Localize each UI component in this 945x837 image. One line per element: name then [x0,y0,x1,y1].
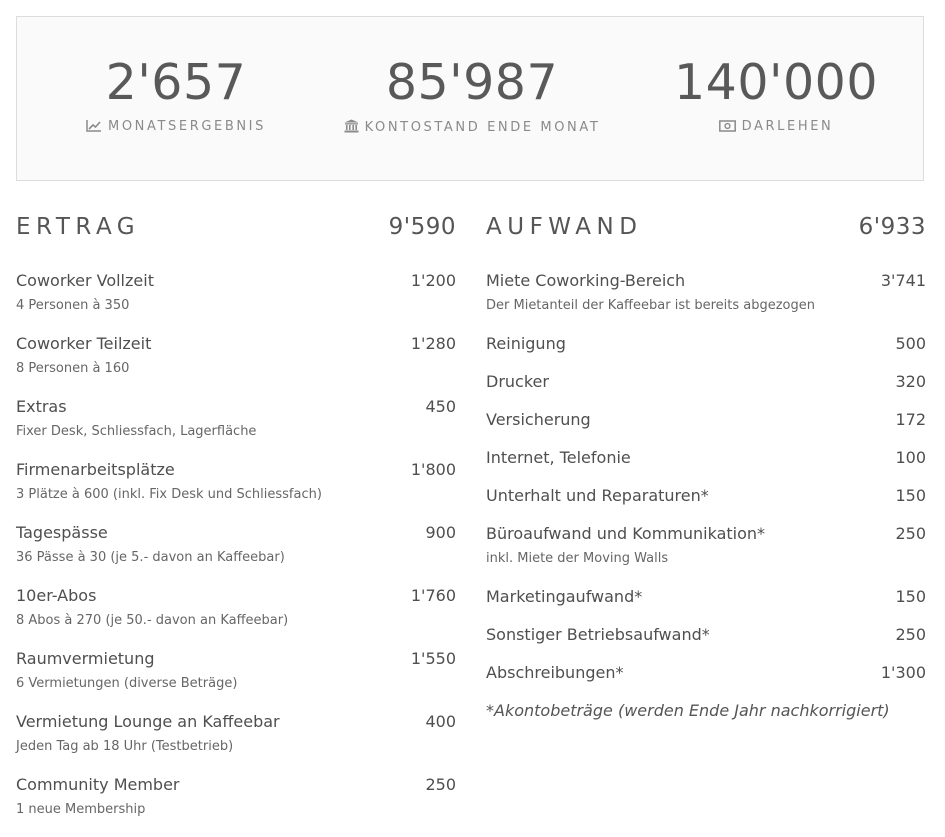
item-label: Unterhalt und Reparaturen* [486,486,709,505]
item-amount: 250 [895,625,926,644]
item-amount: 100 [895,448,926,467]
item-label: Vermietung Lounge an Kaffeebar [16,712,280,731]
item-label: Coworker Teilzeit [16,334,152,353]
item-label: Sonstiger Betriebsaufwand* [486,625,710,644]
item-label: 10er-Abos [16,586,97,605]
item-label: Tagespässe [16,523,108,542]
item-amount: 1'280 [410,334,456,353]
item-description: 8 Abos à 270 (je 50.- davon an Kaffeebar… [16,613,289,628]
stat-value: 2'657 [105,54,247,111]
stat-label: KONTOSTAND ENDE MONAT [364,120,601,135]
ertrag-header: ERTRAG 9'590 [16,214,456,244]
footnote: *Akontobeträge (werden Ende Jahr nachkor… [486,701,890,720]
stat-label: MONATSERGEBNIS [108,119,266,134]
item-label: Reinigung [486,334,566,353]
stat-label: DARLEHEN [741,119,834,134]
aufwand-title: AUFWAND [486,214,643,240]
summary-panel: 2'657 MONATSERGEBNIS 85'987 KONTOSTAND E… [16,16,924,181]
item-label: Miete Coworking-Bereich [486,271,686,290]
item-description: Fixer Desk, Schliessfach, Lagerfläche [16,424,257,439]
stat-value: 85'987 [385,54,559,111]
item-amount: 1'760 [410,586,456,605]
list-item: Marketingaufwand* 150 [486,586,926,624]
stat-label-row: MONATSERGEBNIS [61,119,291,137]
line-chart-icon [86,119,102,137]
item-label: Versicherung [486,410,591,429]
item-amount: 400 [425,712,456,731]
item-description: Jeden Tag ab 18 Uhr (Testbetrieb) [16,739,234,754]
ertrag-total: 9'590 [388,214,456,240]
item-amount: 150 [895,587,926,606]
list-item: Sonstiger Betriebsaufwand* 250 [486,624,926,662]
list-item: Tagespässe 900 36 Pässe à 30 (je 5.- dav… [16,522,456,585]
item-amount: 450 [425,397,456,416]
list-item: 10er-Abos 1'760 8 Abos à 270 (je 50.- da… [16,585,456,648]
stat-monatsergebnis: 2'657 MONATSERGEBNIS [61,53,291,137]
item-label: Marketingaufwand* [486,587,643,606]
list-item: Miete Coworking-Bereich 3'741 Der Mietan… [486,270,926,333]
stat-label-row: KONTOSTAND ENDE MONAT [342,119,602,138]
item-description: 8 Personen à 160 [16,361,130,376]
aufwand-total: 6'933 [858,214,926,240]
list-item: Versicherung 172 [486,409,926,447]
item-description: 6 Vermietungen (diverse Beträge) [16,676,238,691]
item-amount: 3'741 [880,271,926,290]
bank-icon [344,119,359,138]
item-description: Der Mietanteil der Kaffeebar ist bereits… [486,298,815,313]
list-item: Drucker 320 [486,371,926,409]
item-label: Internet, Telefonie [486,448,631,467]
item-amount: 320 [895,372,926,391]
item-description: 4 Personen à 350 [16,298,130,313]
stat-kontostand: 85'987 KONTOSTAND ENDE MONAT [342,53,602,138]
item-description: inkl. Miete der Moving Walls [486,551,669,566]
ertrag-section: ERTRAG 9'590 Coworker Vollzeit 1'200 4 P… [16,214,456,817]
list-item: Coworker Vollzeit 1'200 4 Personen à 350 [16,270,456,333]
list-item: Raumvermietung 1'550 6 Vermietungen (div… [16,648,456,711]
aufwand-section: AUFWAND 6'933 Miete Coworking-Bereich 3'… [486,214,926,720]
item-amount: 500 [895,334,926,353]
item-label: Drucker [486,372,549,391]
item-label: Coworker Vollzeit [16,271,154,290]
stat-value: 140'000 [673,54,879,111]
item-description: 3 Plätze à 600 (inkl. Fix Desk und Schli… [16,487,322,502]
ertrag-title: ERTRAG [16,214,141,240]
list-item: Vermietung Lounge an Kaffeebar 400 Jeden… [16,711,456,774]
item-amount: 250 [425,775,456,794]
aufwand-header: AUFWAND 6'933 [486,214,926,244]
item-amount: 1'800 [410,460,456,479]
stat-label-row: DARLEHEN [661,119,891,137]
item-description: 1 neue Membership [16,802,146,817]
list-item: Büroaufwand und Kommunikation* 250 inkl.… [486,523,926,586]
item-amount: 250 [895,524,926,543]
item-amount: 1'550 [410,649,456,668]
item-label: Raumvermietung [16,649,155,668]
item-label: Abschreibungen* [486,663,624,682]
item-label: Büroaufwand und Kommunikation* [486,524,766,543]
list-item: Abschreibungen* 1'300 [486,662,926,700]
ertrag-list: Coworker Vollzeit 1'200 4 Personen à 350… [16,270,456,837]
money-icon [718,120,736,137]
item-amount: 1'300 [880,663,926,682]
list-item: Coworker Teilzeit 1'280 8 Personen à 160 [16,333,456,396]
list-item: Community Member 250 1 neue Membership [16,774,456,837]
item-amount: 1'200 [410,271,456,290]
item-amount: 900 [425,523,456,542]
aufwand-list: Miete Coworking-Bereich 3'741 Der Mietan… [486,270,926,722]
list-item: Reinigung 500 [486,333,926,371]
item-label: Community Member [16,775,180,794]
stat-darlehen: 140'000 DARLEHEN [661,53,891,137]
list-item: Firmenarbeitsplätze 1'800 3 Plätze à 600… [16,459,456,522]
item-amount: 172 [895,410,926,429]
item-label: Firmenarbeitsplätze [16,460,175,479]
item-label: Extras [16,397,67,416]
list-item: Unterhalt und Reparaturen* 150 [486,485,926,523]
item-description: 36 Pässe à 30 (je 5.- davon an Kaffeebar… [16,550,285,565]
list-item: Extras 450 Fixer Desk, Schliessfach, Lag… [16,396,456,459]
item-amount: 150 [895,486,926,505]
list-item: Internet, Telefonie 100 [486,447,926,485]
